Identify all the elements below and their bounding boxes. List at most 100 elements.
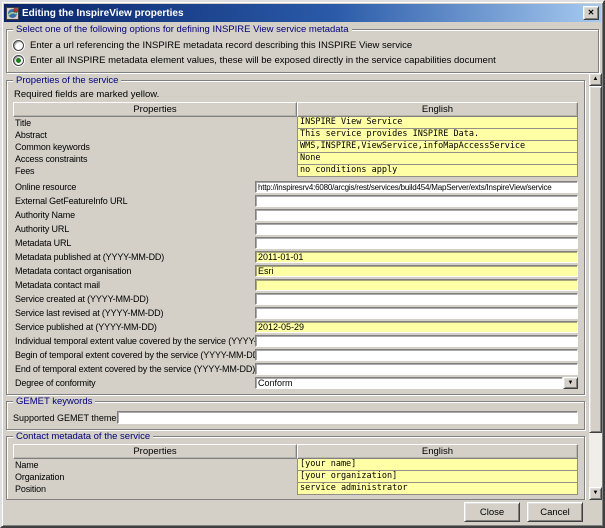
property-label: Service published at (YYYY-MM-DD) xyxy=(13,322,255,332)
close-icon[interactable]: ✕ xyxy=(583,6,599,20)
properties-rows: TitleINSPIRE View ServiceAbstractThis se… xyxy=(13,117,578,390)
property-value xyxy=(255,251,578,263)
property-row: Begin of temporal extent covered by the … xyxy=(13,348,578,362)
option-metadata-url[interactable]: Enter a url referencing the INSPIRE meta… xyxy=(13,38,592,53)
property-row: Service published at (YYYY-MM-DD) xyxy=(13,320,578,334)
property-value xyxy=(255,363,578,375)
property-row: AbstractThis service provides INSPIRE Da… xyxy=(13,129,578,141)
column-header-properties: Properties xyxy=(13,444,297,459)
column-header-english: English xyxy=(297,102,578,117)
property-value-cell[interactable]: WMS,INSPIRE,ViewService,infoMapAccessSer… xyxy=(297,141,578,153)
property-value-cell[interactable]: This service provides INSPIRE Data. xyxy=(297,129,578,141)
property-input[interactable] xyxy=(255,363,578,375)
property-label: Degree of conformity xyxy=(13,378,255,388)
property-row: Metadata contact organisation xyxy=(13,264,578,278)
inspireview-properties-dialog: Editing the InspireView properties ✕ Sel… xyxy=(0,0,605,528)
property-value-cell[interactable]: [your organization] xyxy=(297,471,578,483)
property-label: Metadata contact mail xyxy=(13,280,255,290)
scroll-down-icon[interactable]: ▼ xyxy=(589,487,602,500)
gemet-keywords-group: GEMET keywords Supported GEMET themes xyxy=(6,401,585,430)
property-row: Name[your name] xyxy=(13,459,578,471)
property-value-cell[interactable]: service administrator xyxy=(297,483,578,495)
property-input[interactable] xyxy=(255,251,578,263)
property-value-cell[interactable]: [your name] xyxy=(297,459,578,471)
radio-button[interactable] xyxy=(13,55,24,66)
app-icon xyxy=(6,7,19,20)
gemet-keywords-group-title: GEMET keywords xyxy=(13,396,95,407)
property-input[interactable] xyxy=(255,223,578,235)
property-select[interactable] xyxy=(255,377,563,389)
property-row: Common keywordsWMS,INSPIRE,ViewService,i… xyxy=(13,141,578,153)
options-group-title: Select one of the following options for … xyxy=(13,24,352,35)
property-value-cell[interactable]: no conditions apply xyxy=(297,165,578,177)
property-label: Fees xyxy=(13,165,297,177)
property-label: Service last revised at (YYYY-MM-DD) xyxy=(13,308,255,318)
property-label: External GetFeatureInfo URL xyxy=(13,196,255,206)
property-value xyxy=(255,349,578,361)
close-button[interactable]: Close xyxy=(464,502,520,522)
property-label: End of temporal extent covered by the se… xyxy=(13,364,255,374)
property-label: Metadata contact organisation xyxy=(13,266,255,276)
gemet-themes-row: Supported GEMET themes xyxy=(13,410,578,425)
radio-label: Enter a url referencing the INSPIRE meta… xyxy=(30,40,412,51)
property-row: Feesno conditions apply xyxy=(13,165,578,177)
property-row: External GetFeatureInfo URL xyxy=(13,194,578,208)
property-row: Metadata contact mail xyxy=(13,278,578,292)
property-value xyxy=(255,265,578,277)
property-value xyxy=(255,307,578,319)
property-value: service administrator xyxy=(297,483,578,495)
property-row: Individual temporal extent value covered… xyxy=(13,334,578,348)
property-input[interactable] xyxy=(255,279,578,291)
property-row: Authority Name xyxy=(13,208,578,222)
property-value: [your organization] xyxy=(297,471,578,483)
property-input[interactable] xyxy=(255,237,578,249)
service-properties-group: Properties of the service Required field… xyxy=(6,80,585,395)
property-row: Service last revised at (YYYY-MM-DD) xyxy=(13,306,578,320)
scroll-pane-content: Properties of the service Required field… xyxy=(2,73,587,500)
properties-table-header: Properties English xyxy=(13,102,578,117)
property-input[interactable] xyxy=(255,293,578,305)
property-input[interactable] xyxy=(255,195,578,207)
cancel-button[interactable]: Cancel xyxy=(527,502,583,522)
property-label: Position xyxy=(13,483,297,495)
property-value xyxy=(255,181,578,193)
property-row: Service created at (YYYY-MM-DD) xyxy=(13,292,578,306)
property-value-cell[interactable]: INSPIRE View Service xyxy=(297,117,578,129)
property-value xyxy=(255,335,578,347)
required-fields-note: Required fields are marked yellow. xyxy=(14,89,578,101)
scrollbar-thumb[interactable] xyxy=(589,86,602,433)
vertical-scrollbar[interactable]: ▲ ▼ xyxy=(589,73,602,500)
scroll-up-icon[interactable]: ▲ xyxy=(589,73,602,86)
property-input[interactable] xyxy=(255,209,578,221)
property-value xyxy=(255,223,578,235)
property-value-cell[interactable]: None xyxy=(297,153,578,165)
property-input[interactable] xyxy=(255,307,578,319)
property-label: Access constraints xyxy=(13,153,297,165)
gemet-themes-label: Supported GEMET themes xyxy=(13,413,113,423)
option-metadata-values[interactable]: Enter all INSPIRE metadata element value… xyxy=(13,53,592,68)
property-label: Abstract xyxy=(13,129,297,141)
property-row: Access constraintsNone xyxy=(13,153,578,165)
property-value xyxy=(255,237,578,249)
property-input[interactable] xyxy=(255,181,578,193)
gemet-themes-input[interactable] xyxy=(117,411,578,424)
property-input[interactable] xyxy=(255,335,578,347)
scroll-pane: Properties of the service Required field… xyxy=(2,73,603,500)
property-label: Metadata published at (YYYY-MM-DD) xyxy=(13,252,255,262)
property-value: [your name] xyxy=(297,459,578,471)
property-row: Degree of conformity ▼ xyxy=(13,376,578,390)
property-label: Begin of temporal extent covered by the … xyxy=(13,350,255,360)
chevron-down-icon[interactable]: ▼ xyxy=(563,377,578,389)
property-value: This service provides INSPIRE Data. xyxy=(297,129,578,141)
property-row: Organization[your organization] xyxy=(13,471,578,483)
property-input[interactable] xyxy=(255,349,578,361)
service-properties-group-title: Properties of the service xyxy=(13,75,121,86)
property-value: ▼ xyxy=(255,377,578,389)
property-value: no conditions apply xyxy=(297,165,578,177)
contact-metadata-group-title: Contact metadata of the service xyxy=(13,431,153,442)
contact-rows: Name[your name]Organization[your organiz… xyxy=(13,459,578,495)
property-input[interactable] xyxy=(255,321,578,333)
property-input[interactable] xyxy=(255,265,578,277)
property-value xyxy=(255,321,578,333)
radio-button[interactable] xyxy=(13,40,24,51)
